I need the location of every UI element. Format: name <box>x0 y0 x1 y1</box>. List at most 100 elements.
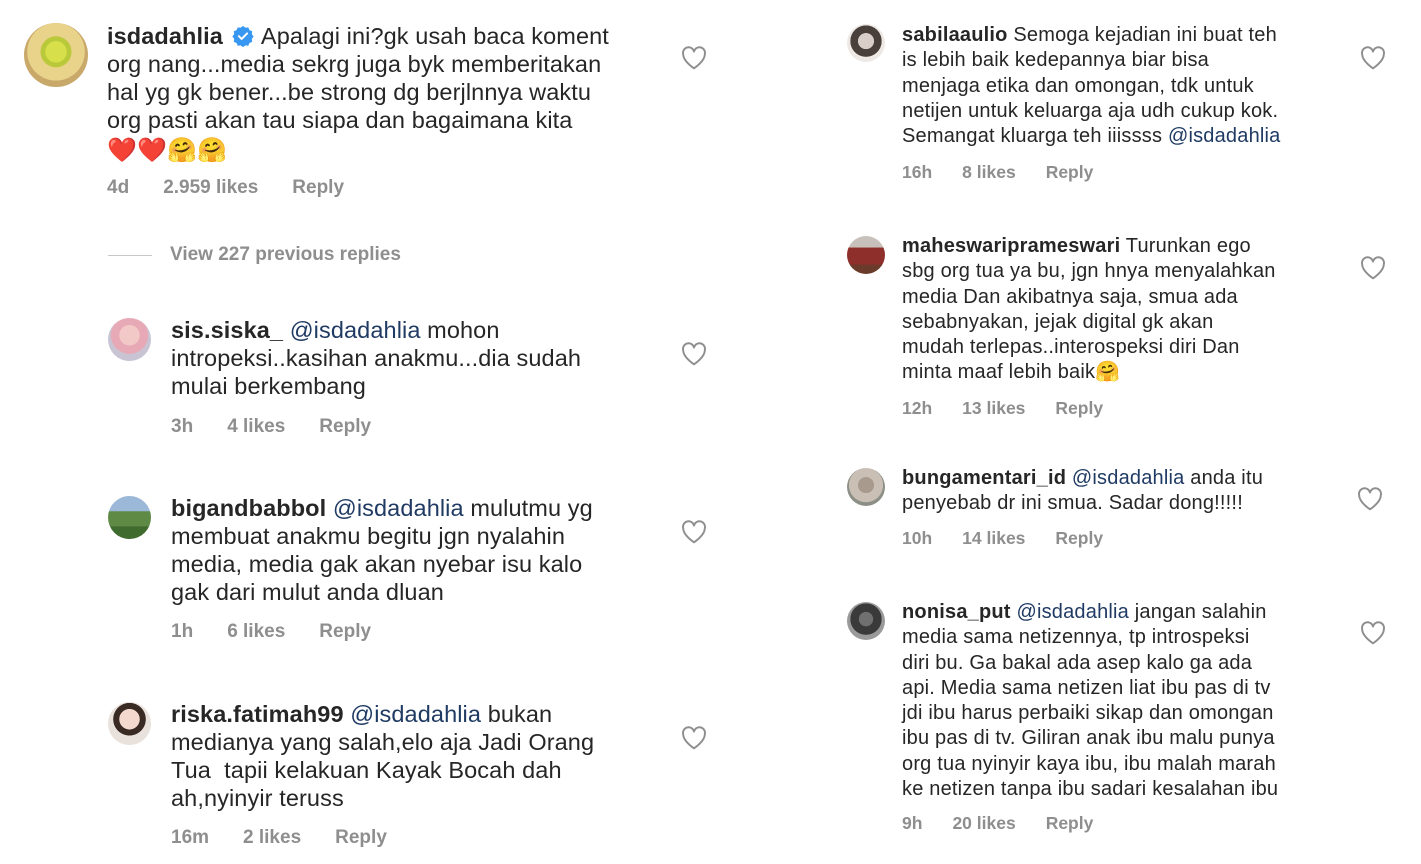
reply-comment: nonisa_put @isdadahlia jangan salahin me… <box>830 600 1421 864</box>
likes-count[interactable]: 20 likes <box>952 813 1015 834</box>
likes-count[interactable]: 2.959 likes <box>163 177 258 199</box>
reply-button[interactable]: Reply <box>1055 398 1103 419</box>
comment-text: bigandbabbol @isdadahlia mulutmu yg memb… <box>171 494 651 606</box>
comment-text: sabilaaulio Semoga kejadian ini buat teh… <box>902 23 1342 149</box>
reply-button[interactable]: Reply <box>335 827 387 849</box>
likes-count[interactable]: 4 likes <box>227 416 285 438</box>
comment-line: mulutmu yg <box>470 495 593 521</box>
username[interactable]: sabilaaulio <box>902 24 1008 46</box>
comment-line: org pasti akan tau siapa dan bagaimana k… <box>107 107 573 133</box>
avatar[interactable] <box>108 702 151 745</box>
avatar[interactable] <box>847 602 885 640</box>
likes-count[interactable]: 13 likes <box>962 398 1025 419</box>
comment-line: sbg org tua ya bu, jgn hnya menyalahkan <box>902 260 1276 283</box>
likes-count[interactable]: 14 likes <box>962 528 1025 549</box>
mention-link[interactable]: @isdadahlia <box>350 701 481 727</box>
view-previous-replies-button[interactable]: View 227 previous replies <box>108 244 401 266</box>
heart-outline-icon[interactable] <box>1360 46 1386 70</box>
heart-outline-icon[interactable] <box>681 726 707 750</box>
heart-outline-icon[interactable] <box>681 342 707 366</box>
timestamp[interactable]: 1h <box>171 621 193 643</box>
comment-meta: 10h 14 likes Reply <box>902 528 1103 549</box>
timestamp[interactable]: 16h <box>902 162 932 183</box>
comment-line: sebabnyakan, jejak digital gk akan <box>902 310 1214 333</box>
comment-line: anda itu <box>1190 467 1264 489</box>
comment-line: ibu pas di tv. Giliran anak ibu malu pun… <box>902 727 1275 750</box>
comment-line: diri bu. Ga bakal ada asep kalo ga ada <box>902 651 1253 674</box>
heart-outline-icon[interactable] <box>681 520 707 544</box>
comment-text: isdadahlia Apalagi ini?gk usah baca kome… <box>107 22 667 166</box>
comment-meta: 9h 20 likes Reply <box>902 813 1093 834</box>
username[interactable]: sis.siska_ <box>171 317 283 343</box>
likes-count[interactable]: 6 likes <box>227 621 285 643</box>
comment-line: minta maaf lebih baik🤗 <box>902 361 1121 384</box>
comment-meta: 1h 6 likes Reply <box>171 621 371 643</box>
comment-text: sis.siska_ @isdadahlia mohon intropeksi.… <box>171 316 651 400</box>
comment-line: membuat anakmu begitu jgn nyalahin <box>171 523 566 549</box>
timestamp[interactable]: 3h <box>171 416 193 438</box>
view-replies-label: View 227 previous replies <box>170 244 401 265</box>
likes-count[interactable]: 2 likes <box>243 827 301 849</box>
comment-meta: 3h 4 likes Reply <box>171 416 371 438</box>
verified-badge-icon <box>231 25 254 48</box>
reply-button[interactable]: Reply <box>1046 813 1094 834</box>
timestamp[interactable]: 9h <box>902 813 922 834</box>
comment-meta: 12h 13 likes Reply <box>902 398 1103 419</box>
comment-line: media Dan akibatnya saja, smua ada <box>902 285 1238 308</box>
reply-button[interactable]: Reply <box>1055 528 1103 549</box>
comment-line: mulai berkembang <box>171 373 366 399</box>
reply-comment: sabilaaulio Semoga kejadian ini buat teh… <box>830 0 1421 200</box>
timestamp[interactable]: 4d <box>107 177 129 199</box>
comment-text: nonisa_put @isdadahlia jangan salahin me… <box>902 600 1342 802</box>
comment-line: bukan <box>487 701 553 727</box>
comment-line: netijen untuk keluarga aja udh cukup kok… <box>902 99 1279 122</box>
heart-outline-icon[interactable] <box>1360 256 1386 280</box>
reply-button[interactable]: Reply <box>319 621 371 643</box>
reply-comment: maheswariprameswari Turunkan ego sbg org… <box>830 234 1421 434</box>
reply-button[interactable]: Reply <box>1046 162 1094 183</box>
avatar[interactable] <box>108 496 151 539</box>
comment-line: Semoga kejadian ini buat teh <box>1013 24 1277 46</box>
avatar[interactable] <box>847 24 885 62</box>
heart-outline-icon[interactable] <box>681 46 707 70</box>
comment-meta: 16h 8 likes Reply <box>902 162 1093 183</box>
mention-link[interactable]: @isdadahlia <box>290 317 421 343</box>
heart-outline-icon[interactable] <box>1357 487 1383 511</box>
mention-link[interactable]: @isdadahlia <box>1072 467 1185 489</box>
comment-line: gak dari mulut anda dluan <box>171 579 444 605</box>
reply-comment: sis.siska_ @isdadahlia mohon intropeksi.… <box>0 300 730 450</box>
heart-outline-icon[interactable] <box>1360 621 1386 645</box>
reply-comment: bungamentari_id @isdadahlia anda itu pen… <box>830 466 1421 566</box>
timestamp[interactable]: 12h <box>902 398 932 419</box>
comment-text: bungamentari_id @isdadahlia anda itu pen… <box>902 466 1342 517</box>
username[interactable]: bigandbabbol <box>171 495 326 521</box>
username[interactable]: isdadahlia <box>107 23 223 49</box>
comment-line: ke netizen tanpa ibu sadari kesalahan ib… <box>902 778 1279 801</box>
mention-link[interactable]: @isdadahlia <box>333 495 464 521</box>
avatar[interactable] <box>847 468 885 506</box>
comment-line: jdi ibu harus perbaiki sikap dan omongan <box>902 702 1274 725</box>
reply-comment: bigandbabbol @isdadahlia mulutmu yg memb… <box>0 478 730 658</box>
comment-line: intropeksi..kasihan anakmu...dia sudah <box>171 345 582 371</box>
comment-line: hal yg gk bener...be strong dg berjlnnya… <box>107 79 592 105</box>
comment-meta: 4d 2.959 likes Reply <box>107 177 344 199</box>
reply-button[interactable]: Reply <box>292 177 344 199</box>
reply-button[interactable]: Reply <box>319 416 371 438</box>
likes-count[interactable]: 8 likes <box>962 162 1016 183</box>
avatar[interactable] <box>108 318 151 361</box>
comment-line: mohon <box>427 317 500 343</box>
comment-main: isdadahlia Apalagi ini?gk usah baca kome… <box>0 0 730 210</box>
username[interactable]: riska.fatimah99 <box>171 701 344 727</box>
avatar[interactable] <box>24 23 88 87</box>
username[interactable]: nonisa_put <box>902 601 1011 623</box>
comment-line: org tua nyinyir kaya ibu, ibu malah mara… <box>902 752 1276 775</box>
comment-line: ah,nyinyir teruss <box>171 785 344 811</box>
timestamp[interactable]: 16m <box>171 827 209 849</box>
avatar[interactable] <box>847 236 885 274</box>
username[interactable]: bungamentari_id <box>902 467 1066 489</box>
timestamp[interactable]: 10h <box>902 528 932 549</box>
mention-link[interactable]: @isdadahlia <box>1168 125 1281 147</box>
mention-link[interactable]: @isdadahlia <box>1016 601 1129 623</box>
username[interactable]: maheswariprameswari <box>902 235 1120 257</box>
comment-line: penyebab dr ini smua. Sadar dong!!!!! <box>902 492 1243 515</box>
